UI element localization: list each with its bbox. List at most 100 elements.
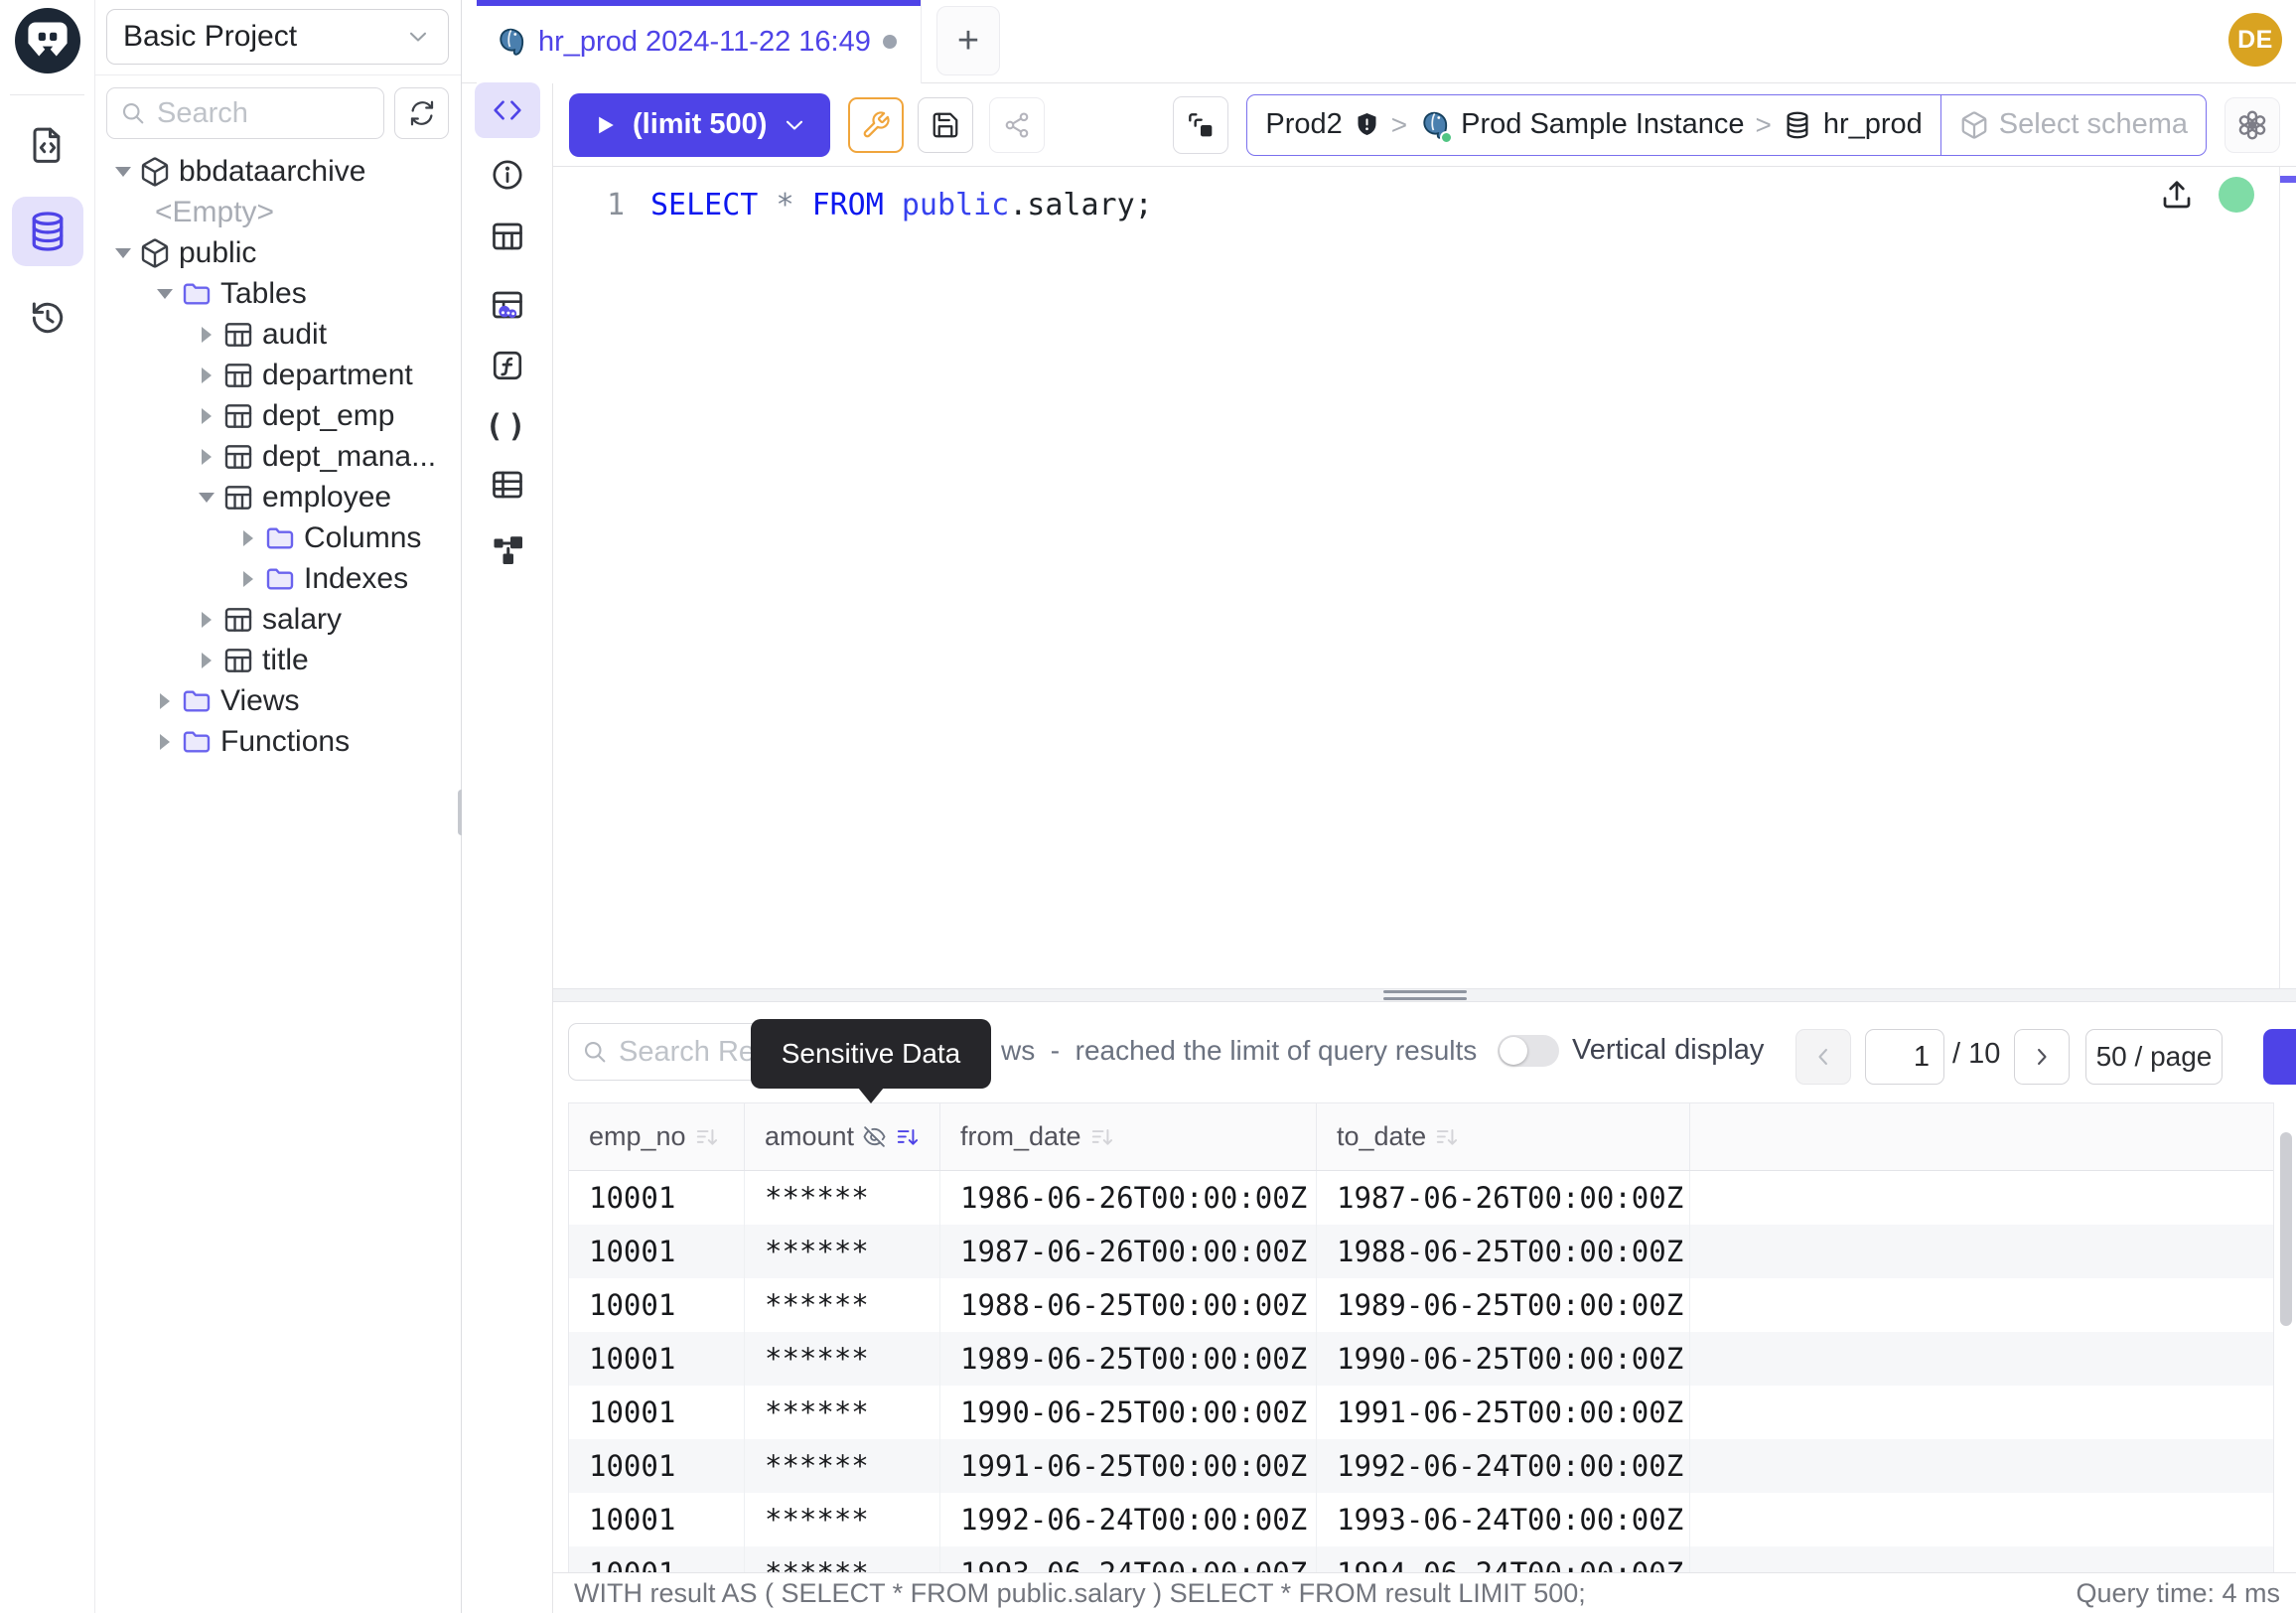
previous-page-button[interactable] (1795, 1029, 1851, 1085)
wrench-icon (861, 110, 891, 140)
table-row[interactable]: 10001 ****** 1991-06-25T00:00:00Z 1992-0… (569, 1439, 2273, 1493)
caret-right-icon[interactable] (195, 612, 218, 628)
schema-select[interactable]: Select schema (1940, 95, 2206, 155)
rail-item-worksheets[interactable] (12, 110, 83, 180)
table-row[interactable]: 10001 ****** 1992-06-24T00:00:00Z 1993-0… (569, 1493, 2273, 1546)
tab-hr-prod[interactable]: hr_prod 2024-11-22 16:49 (477, 0, 922, 83)
strip-item-procedures[interactable]: () (475, 398, 540, 454)
caret-right-icon[interactable] (195, 408, 218, 424)
save-sheet-button[interactable] (918, 97, 973, 153)
tree-item-columns-folder[interactable]: Columns (95, 517, 461, 558)
chevron-left-icon (1809, 1043, 1837, 1071)
project-selector[interactable]: Basic Project (106, 9, 449, 65)
tree-item-indexes-folder[interactable]: Indexes (95, 558, 461, 599)
page-number-input[interactable] (1865, 1029, 1944, 1085)
column-header-from-date[interactable]: from_date (940, 1103, 1317, 1170)
tree-item-schema-public[interactable]: public (95, 232, 461, 273)
caret-right-icon[interactable] (195, 653, 218, 668)
rail-item-databases[interactable] (12, 197, 83, 266)
column-header-emp-no[interactable]: emp_no (569, 1103, 745, 1170)
caret-right-icon[interactable] (153, 693, 177, 709)
tree-item-table-dept-manager[interactable]: dept_mana... (95, 436, 461, 477)
strip-item-editor[interactable] (475, 82, 540, 138)
bytebase-logo-icon[interactable] (15, 8, 80, 73)
tree-item-table-salary[interactable]: salary (95, 599, 461, 640)
sort-icon[interactable] (1089, 1124, 1115, 1150)
table-row[interactable]: 10001 ****** 1988-06-25T00:00:00Z 1989-0… (569, 1278, 2273, 1332)
run-query-label: (limit 500) (633, 108, 767, 141)
sort-icon[interactable] (694, 1124, 720, 1150)
results-scrollbar-thumb[interactable] (2280, 1132, 2292, 1326)
cell-emp-no: 10001 (569, 1332, 745, 1386)
table-row[interactable]: 10001 ****** 1990-06-25T00:00:00Z 1991-0… (569, 1386, 2273, 1439)
caret-right-icon[interactable] (195, 449, 218, 465)
tree-item-table-dept-emp[interactable]: dept_emp (95, 395, 461, 436)
tree-item-tables-folder[interactable]: Tables (95, 273, 461, 314)
strip-item-functions[interactable] (475, 338, 540, 393)
sql-editor-app: Basic Project bbdataarchive <Empty> (0, 0, 2296, 1613)
upload-sheet-button[interactable] (2157, 175, 2197, 215)
page-size-select[interactable]: 50 / page (2085, 1029, 2223, 1085)
sidebar-search-input[interactable] (157, 97, 371, 130)
sql-operator: * (776, 188, 811, 222)
cell-to-date: 1991-06-25T00:00:00Z (1317, 1386, 1690, 1439)
table-row[interactable]: 10001 ****** 1987-06-26T00:00:00Z 1988-0… (569, 1225, 2273, 1278)
column-label: amount (765, 1121, 854, 1152)
cell-empty (1690, 1546, 2273, 1572)
next-page-button[interactable] (2014, 1029, 2070, 1085)
run-query-button[interactable]: (limit 500) (569, 93, 830, 157)
worksheet-file-icon (28, 125, 68, 165)
table-row[interactable]: 10001 ****** 1989-06-25T00:00:00Z 1990-0… (569, 1332, 2273, 1386)
column-header-to-date[interactable]: to_date (1317, 1103, 1690, 1170)
caret-right-icon[interactable] (236, 571, 260, 587)
rail-item-history[interactable] (12, 283, 83, 353)
play-icon (591, 111, 619, 139)
tree-item-schema-bbdataarchive[interactable]: bbdataarchive (95, 151, 461, 192)
caret-right-icon[interactable] (195, 327, 218, 343)
refresh-schema-button[interactable] (394, 87, 449, 139)
tree-item-views-folder[interactable]: Views (95, 680, 461, 721)
tree-item-table-audit[interactable]: audit (95, 314, 461, 355)
function-icon (490, 348, 525, 383)
tree-item-label: Functions (220, 725, 350, 759)
caret-right-icon[interactable] (153, 734, 177, 750)
user-avatar[interactable]: DE (2228, 13, 2282, 67)
tree-item-label: department (262, 359, 413, 392)
tree-item-table-employee[interactable]: employee (95, 477, 461, 517)
table-row-clipped[interactable]: 10001 ****** 1993-06-24T00:00:00Z 1994-0… (569, 1546, 2273, 1572)
sidebar-search[interactable] (106, 87, 384, 139)
panel-resize-handle[interactable] (553, 988, 2296, 1002)
strip-item-schema-diagram[interactable] (475, 521, 540, 577)
tree-item-table-department[interactable]: department (95, 355, 461, 395)
export-button-clipped[interactable] (2263, 1029, 2296, 1085)
schema-box-icon (1959, 110, 1989, 140)
caret-down-icon[interactable] (153, 289, 177, 299)
sql-editor[interactable]: 1 SELECT * FROM public.salary; (553, 167, 2296, 988)
connection-context[interactable]: Prod2 > Prod Sample Instance > hr_prod (1247, 95, 1939, 155)
tree-item-table-title[interactable]: title (95, 640, 461, 680)
column-header-amount[interactable]: amount (745, 1103, 940, 1170)
tree-item-empty: <Empty> (95, 192, 461, 232)
column-label: from_date (960, 1121, 1081, 1152)
caret-right-icon[interactable] (195, 367, 218, 383)
tree-item-functions-folder[interactable]: Functions (95, 721, 461, 762)
format-sql-button[interactable] (848, 97, 904, 153)
cell-to-date: 1988-06-25T00:00:00Z (1317, 1225, 1690, 1278)
share-sheet-button[interactable] (989, 97, 1045, 153)
caret-down-icon[interactable] (195, 493, 218, 503)
strip-item-tables[interactable] (475, 209, 540, 264)
batch-icon (1185, 109, 1217, 141)
caret-down-icon[interactable] (111, 248, 135, 258)
table-row[interactable]: 10001 ****** 1986-06-26T00:00:00Z 1987-0… (569, 1171, 2273, 1225)
strip-item-external-tables[interactable] (475, 457, 540, 513)
sort-icon[interactable] (1434, 1124, 1460, 1150)
new-tab-button[interactable]: + (936, 6, 1000, 75)
sort-icon[interactable] (895, 1124, 921, 1150)
caret-down-icon[interactable] (111, 167, 135, 177)
ai-assistant-button[interactable] (2224, 97, 2280, 153)
batch-query-button[interactable] (1173, 96, 1228, 154)
strip-item-masked-data[interactable] (475, 277, 540, 333)
caret-right-icon[interactable] (236, 530, 260, 546)
strip-item-info[interactable] (475, 147, 540, 203)
vertical-display-toggle[interactable] (1498, 1035, 1559, 1067)
